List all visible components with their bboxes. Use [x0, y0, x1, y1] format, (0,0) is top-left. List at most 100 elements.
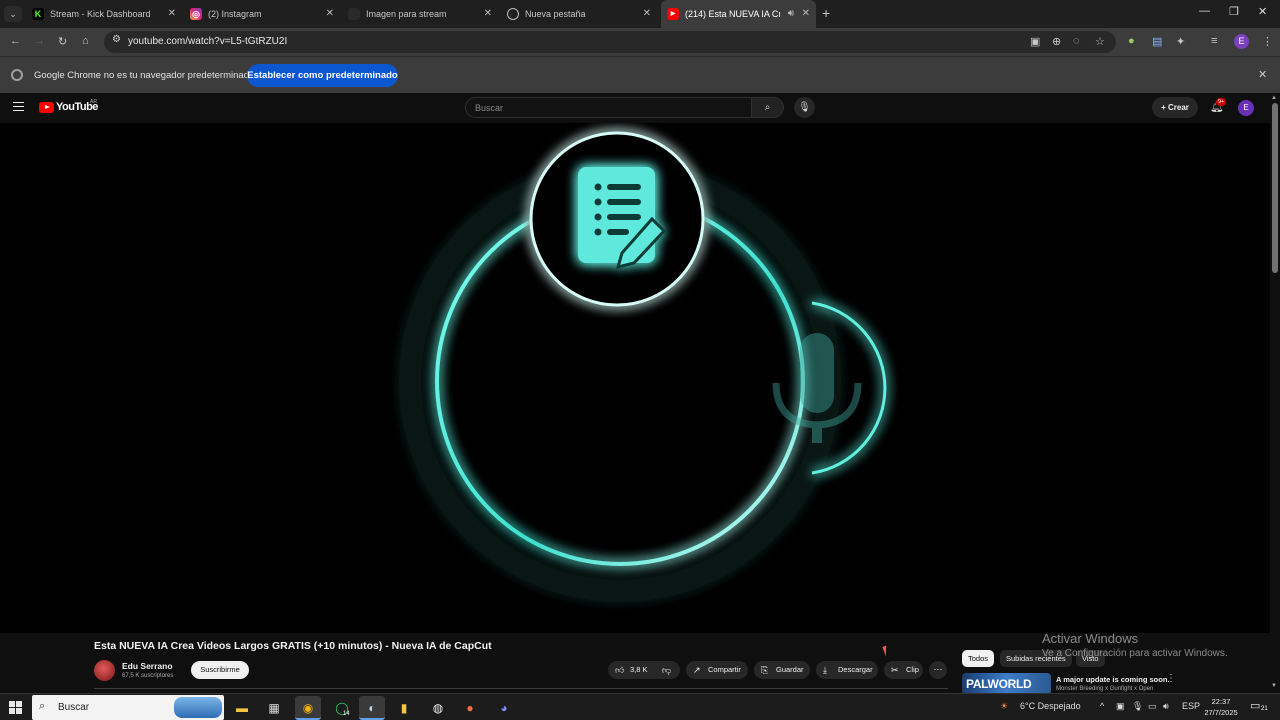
close-icon[interactable]: ✕ [643, 0, 651, 28]
app-icon[interactable]: ▮ [391, 696, 417, 720]
recommendation-subtitle: Monster Breeding x Gunfight x Open [1056, 686, 1154, 692]
forward-icon[interactable]: → [34, 35, 45, 47]
youtube-logo-icon[interactable] [39, 102, 54, 113]
taskbar-search-input[interactable]: ⌕ Buscar [32, 695, 224, 720]
notification-center-icon[interactable]: ▭ [1250, 699, 1260, 712]
reload-icon[interactable]: ↻ [58, 35, 67, 48]
windows-start-icon[interactable] [9, 701, 22, 714]
clock-date: 27/7/2025 [1204, 708, 1238, 717]
clip-button[interactable]: ✂ Clip [884, 661, 923, 679]
extension-icon[interactable]: ● [1128, 35, 1135, 47]
download-icon: ⤓ [823, 665, 827, 675]
close-icon[interactable]: ✕ [1258, 68, 1267, 81]
chip-todos[interactable]: Todos [962, 650, 995, 667]
microphone-app-icon[interactable]: ● [457, 696, 483, 720]
home-icon[interactable]: ⌂ [82, 35, 89, 47]
media-controls-icon[interactable]: ≡ [1211, 35, 1217, 47]
extensions-puzzle-icon[interactable]: ✦ [1176, 35, 1185, 48]
recommendation-thumbnail[interactable]: PALWORLD [962, 673, 1051, 695]
microphone-icon[interactable]: 🎙︎ [794, 97, 815, 118]
address-bar[interactable]: ⚙︎ youtube.com/watch?v=L5-tGtRZU2I [104, 31, 1116, 53]
clock[interactable]: 22:37 27/7/2025 [1203, 696, 1239, 718]
obs-icon[interactable]: ◍ [425, 696, 451, 720]
channel-avatar[interactable] [94, 660, 115, 681]
subscribe-button[interactable]: Suscribirme [191, 661, 249, 679]
video-player[interactable] [0, 123, 1270, 633]
save-label: Guardar [776, 665, 804, 674]
scissors-icon: ✂ [891, 665, 899, 675]
extension-icon-2[interactable]: ▤ [1152, 35, 1162, 48]
tab-title: (214) Esta NUEVA IA Crea V [685, 9, 780, 19]
youtube-icon: ▶ [667, 8, 679, 20]
set-default-button[interactable]: Establecer como predeterminado [247, 64, 398, 87]
close-icon[interactable]: ✕ [326, 0, 334, 28]
tab-kick[interactable]: K Stream - Kick Dashboard ✕ [26, 0, 182, 28]
menu-icon[interactable] [13, 102, 24, 111]
tab-title: (2) Instagram [208, 9, 262, 19]
document-edit-icon [578, 167, 667, 270]
like-count: 3,8 K [630, 665, 648, 674]
notification-count: 21 [1261, 706, 1268, 712]
language-indicator[interactable]: ESP [1182, 701, 1200, 711]
tab-search-button[interactable]: ⌄ [4, 6, 22, 22]
tracking-protection-icon[interactable]: ◌ [1073, 35, 1080, 47]
share-label: Compartir [708, 665, 741, 674]
microphone-tray-icon[interactable]: 🎙︎ [1132, 701, 1143, 712]
download-label: Descargar [838, 665, 873, 674]
share-button[interactable]: ↗ Compartir [686, 661, 748, 679]
steam-icon[interactable]: ◐ [359, 696, 385, 720]
avatar[interactable]: E [1238, 100, 1254, 116]
profile-avatar[interactable]: E [1234, 34, 1249, 49]
minimize-icon[interactable]: — [1199, 5, 1210, 17]
network-icon[interactable]: ▭ [1148, 701, 1157, 712]
site-info-icon[interactable]: ⚙︎ [112, 34, 121, 45]
tab-imagen[interactable]: Imagen para stream ✕ [342, 0, 498, 28]
new-tab-button[interactable]: + [822, 5, 830, 21]
dislike-button[interactable]: 👎︎ [653, 661, 680, 679]
chevron-up-icon[interactable]: ^ [1100, 701, 1104, 711]
kebab-menu-icon[interactable]: ⋮ [1262, 35, 1273, 48]
like-button[interactable]: 👍︎ 3,8 K [608, 661, 654, 679]
close-window-icon[interactable]: ✕ [1258, 5, 1267, 18]
tab-youtube[interactable]: ▶ (214) Esta NUEVA IA Crea V 🔊︎ ✕ [661, 0, 816, 28]
scrollbar-thumb[interactable] [1272, 103, 1278, 273]
recommendation-title[interactable]: A major update is coming soon. [1056, 675, 1170, 684]
chrome-taskbar-icon[interactable]: ◉ [295, 696, 321, 720]
share-icon: ↗ [693, 665, 701, 675]
file-explorer-icon[interactable]: ▬ [229, 696, 255, 720]
close-icon[interactable]: ✕ [484, 0, 492, 28]
page-scrollbar[interactable]: ▲ ▼ [1270, 93, 1280, 693]
search-icon[interactable]: ⌕ [752, 97, 784, 118]
tab-instagram[interactable]: ◎ (2) Instagram ✕ [184, 0, 340, 28]
back-icon[interactable]: ← [10, 35, 21, 47]
bookmark-star-icon[interactable]: ☆ [1095, 35, 1105, 48]
tab-strip: ⌄ K Stream - Kick Dashboard ✕ ◎ (2) Inst… [0, 0, 1280, 28]
store-icon[interactable]: ▦ [261, 696, 287, 720]
whatsapp-icon[interactable]: ◯ 14 [329, 696, 355, 720]
channel-name[interactable]: Edu Serrano [122, 661, 173, 671]
search-input[interactable]: Buscar [465, 97, 752, 118]
country-code: AR [90, 99, 97, 105]
scroll-down-icon[interactable]: ▼ [1271, 683, 1277, 689]
url-text[interactable]: youtube.com/watch?v=L5-tGtRZU2I [128, 36, 287, 47]
save-button[interactable]: ⎘ Guardar [754, 661, 810, 679]
zoom-icon[interactable]: ⊕ [1052, 35, 1061, 48]
more-actions-button[interactable]: ⋯ [929, 661, 947, 679]
weather-text[interactable]: 6°C Despejado [1020, 701, 1081, 711]
tab-new-tab[interactable]: Nueva pestaña ✕ [501, 0, 657, 28]
speaker-icon[interactable]: 🔊︎ [788, 0, 794, 28]
install-app-icon[interactable]: ▣ [1030, 35, 1040, 48]
close-icon[interactable]: ✕ [802, 0, 810, 28]
kebab-menu-icon[interactable]: ⋮ [1166, 673, 1176, 684]
discord-icon[interactable]: ◕ [491, 696, 517, 720]
restore-icon[interactable]: ❐ [1229, 5, 1239, 18]
close-icon[interactable]: ✕ [168, 0, 176, 28]
download-button[interactable]: ⤓ Descargar [816, 661, 878, 679]
tray-app-icon[interactable]: ▣ [1116, 701, 1125, 712]
chrome-icon [507, 8, 519, 20]
scroll-up-icon[interactable]: ▲ [1271, 95, 1277, 101]
tab-title: Nueva pestaña [525, 9, 586, 19]
volume-icon[interactable]: 🔊︎ [1163, 701, 1169, 712]
taskbar-search-placeholder: Buscar [58, 702, 90, 713]
create-button[interactable]: + Crear [1152, 97, 1198, 118]
